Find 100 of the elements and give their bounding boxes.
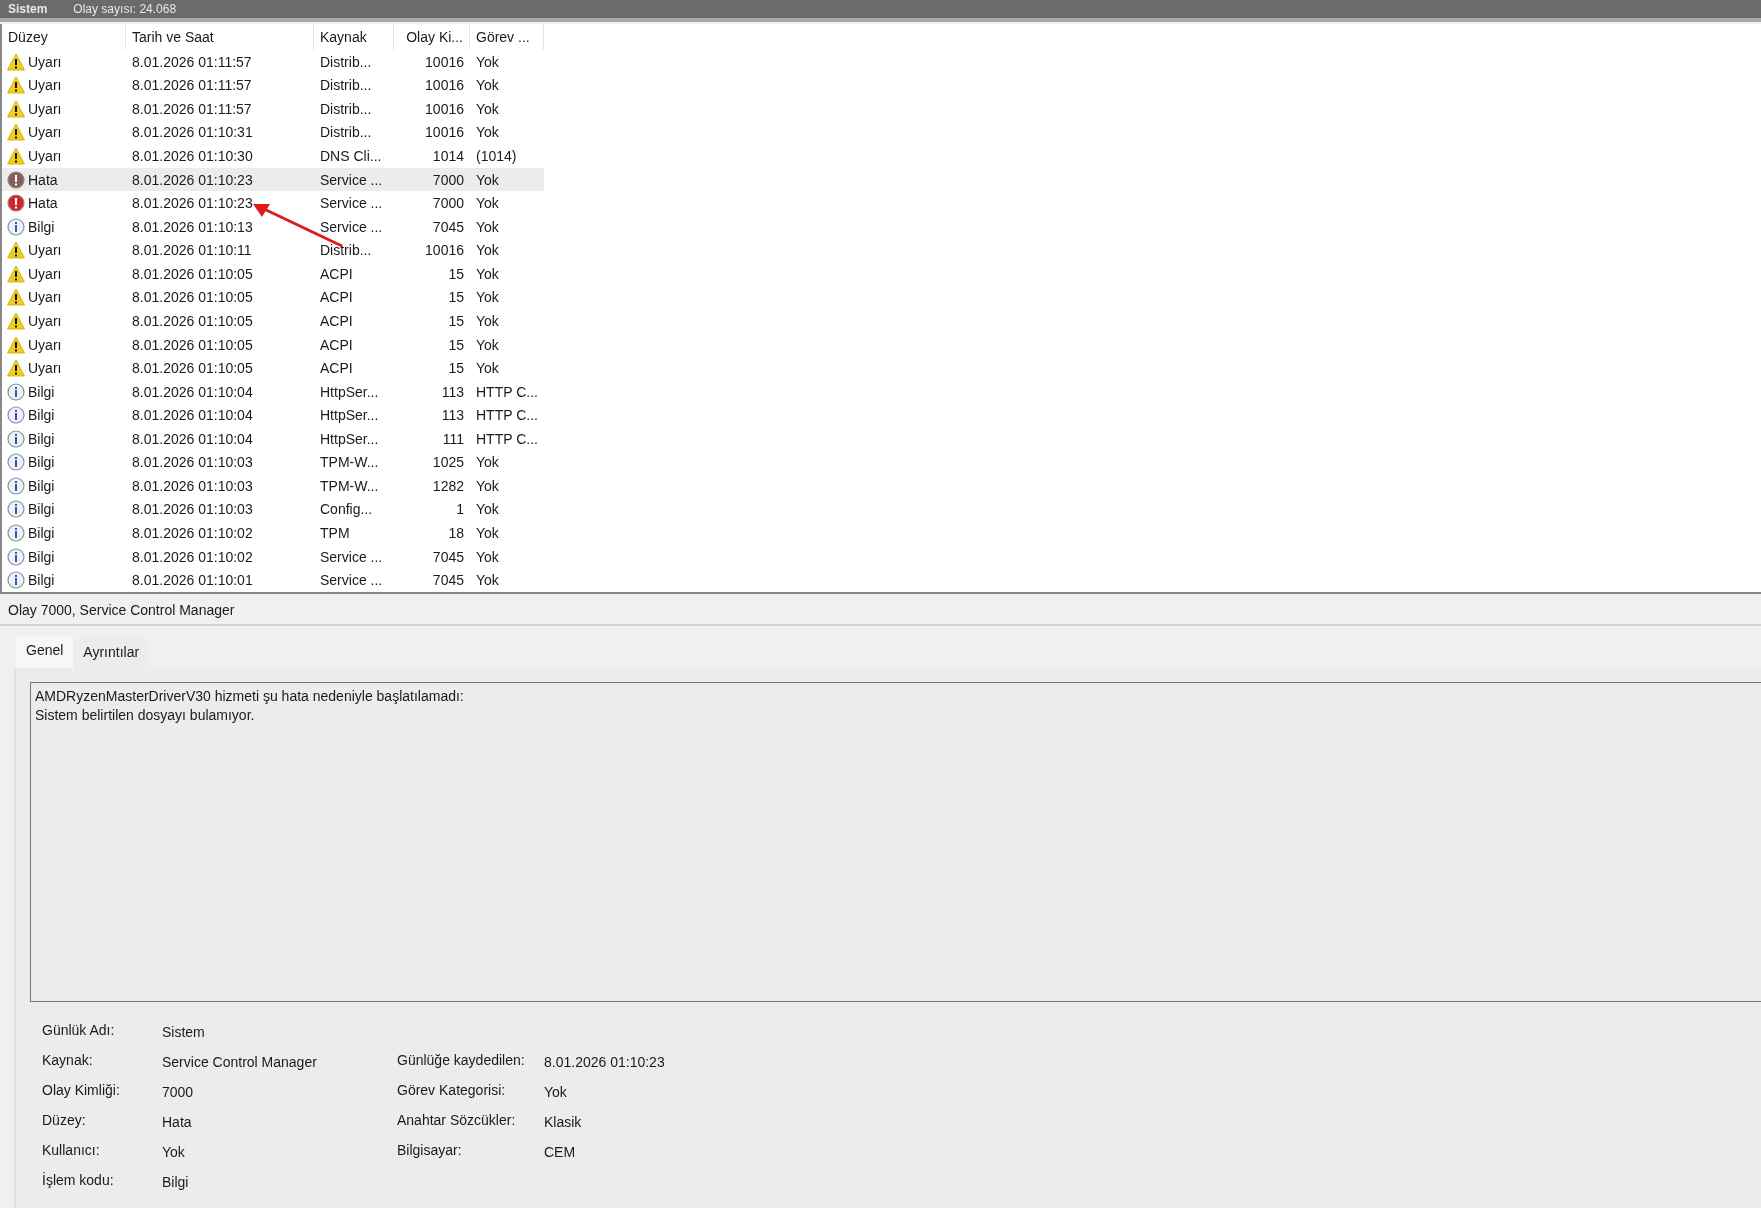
task-cell-text: Yok (475, 501, 500, 518)
date-cell-text: 8.01.2026 01:11:57 (131, 77, 253, 94)
event-id-cell-text: 10016 (424, 124, 465, 141)
task-cell-text: Yok (475, 572, 500, 589)
error-icon (7, 170, 25, 189)
source-cell-text: TPM-W... (319, 454, 380, 471)
event-row[interactable]: Uyarı 8.01.2026 01:10:05 ACPI 15 Yok (2, 332, 544, 357)
level-cell: Bilgi (28, 501, 55, 518)
tab[interactable]: Ayrıntılar (73, 638, 150, 668)
event-row[interactable]: Bilgi 8.01.2026 01:10:13 Service ... 7045 Yok (2, 214, 544, 239)
column-header[interactable]: Düzey (2, 24, 126, 50)
event-id-cell-text: 10016 (424, 53, 465, 70)
date-cell-text: 8.01.2026 01:11:57 (131, 53, 253, 70)
event-row[interactable]: Uyarı 8.01.2026 01:10:31 Distrib... 10016 Yok (2, 120, 544, 145)
source-cell-text: Service ... (319, 548, 384, 565)
event-row[interactable]: Bilgi 8.01.2026 01:10:04 HttpSer... 111 HTTP C... (2, 427, 544, 451)
level-cell: Hata (28, 171, 58, 188)
event-row[interactable]: Uyarı 8.01.2026 01:11:57 Distrib... 10016 Yok (2, 73, 544, 98)
level-cell: Uyarı (28, 148, 62, 165)
event-row[interactable]: Uyarı 8.01.2026 01:10:30 DNS Cli... 1014 (1014) (2, 144, 544, 168)
date-cell-text: 8.01.2026 01:10:11 (131, 242, 253, 259)
event-row[interactable]: Bilgi 8.01.2026 01:10:03 Config... 1 Yok (2, 497, 544, 522)
property-value: Yok (162, 1143, 186, 1162)
date-cell-text: 8.01.2026 01:10:13 (131, 218, 254, 235)
event-id-cell-text: 1282 (431, 477, 465, 494)
source-cell-text: Service ... (319, 171, 384, 188)
event-row[interactable]: Uyarı 8.01.2026 01:10:05 ACPI 15 Yok (2, 309, 544, 333)
task-cell-text: Yok (475, 124, 500, 141)
date-cell-text: 8.01.2026 01:10:01 (131, 572, 254, 589)
task-cell-text: Yok (475, 265, 500, 282)
level-cell: Bilgi (28, 548, 55, 565)
date-cell-text: 8.01.2026 01:10:04 (131, 407, 254, 424)
warning-icon (7, 241, 25, 260)
warning-icon (7, 123, 25, 142)
column-header[interactable]: Görev ... (470, 24, 544, 50)
source-cell-text: Service ... (319, 195, 384, 212)
level-cell: Bilgi (28, 383, 55, 400)
tab[interactable]: Genel (16, 636, 74, 668)
task-cell-text: Yok (475, 312, 500, 329)
info-icon (7, 429, 25, 448)
event-row[interactable]: Hata 8.01.2026 01:10:23 Service ... 7000 Yok (2, 167, 544, 192)
task-cell-text: HTTP C... (475, 383, 539, 400)
task-cell-text: Yok (475, 525, 500, 542)
date-cell-text: 8.01.2026 01:10:02 (131, 548, 254, 565)
date-cell-text: 8.01.2026 01:10:05 (131, 360, 254, 377)
task-cell-text: (1014) (475, 148, 518, 165)
event-id-cell-text: 113 (440, 383, 465, 400)
level-cell: Hata (28, 195, 58, 212)
event-row[interactable]: Uyarı 8.01.2026 01:10:05 ACPI 15 Yok (2, 356, 544, 380)
event-id-cell-text: 10016 (424, 100, 465, 117)
event-row[interactable]: Uyarı 8.01.2026 01:10:05 ACPI 15 Yok (2, 285, 544, 310)
column-header[interactable]: Tarih ve Saat (126, 24, 314, 50)
source-cell-text: HttpSer... (319, 430, 380, 447)
event-id-cell-text: 10016 (424, 77, 465, 94)
event-row[interactable]: Uyarı 8.01.2026 01:10:05 ACPI 15 Yok (2, 262, 544, 286)
warning-icon (7, 147, 25, 166)
date-cell-text: 8.01.2026 01:10:05 (131, 336, 254, 353)
event-row[interactable]: Uyarı 8.01.2026 01:11:57 Distrib... 10016 Yok (2, 97, 544, 121)
event-row[interactable]: Bilgi 8.01.2026 01:10:02 TPM 18 Yok (2, 521, 544, 545)
event-id-cell-text: 15 (447, 336, 465, 353)
column-header[interactable]: Kaynak (314, 24, 394, 50)
event-id-cell-text: 1014 (431, 148, 465, 165)
source-cell-text: HttpSer... (319, 407, 380, 424)
level-cell: Bilgi (28, 407, 55, 424)
date-cell-text: 8.01.2026 01:10:23 (131, 171, 254, 188)
source-cell-text: DNS Cli... (319, 148, 383, 165)
source-cell-text: ACPI (319, 360, 354, 377)
property-label: Günlüğe kaydedilen: (397, 1052, 526, 1070)
task-cell-text: Yok (475, 171, 500, 188)
source-cell-text: ACPI (319, 265, 354, 282)
property-label: Bilgisayar: (397, 1142, 463, 1160)
warning-icon (7, 99, 25, 118)
info-icon (7, 500, 25, 519)
event-id-cell-text: 1 (455, 501, 465, 518)
warning-icon (7, 359, 25, 378)
info-icon (7, 476, 25, 495)
date-cell-text: 8.01.2026 01:10:23 (131, 195, 254, 212)
event-row[interactable]: Bilgi 8.01.2026 01:10:03 TPM-W... 1025 Yok (2, 450, 544, 475)
level-cell: Bilgi (28, 218, 55, 235)
event-row[interactable]: Uyarı 8.01.2026 01:10:11 Distrib... 10016 Yok (2, 238, 544, 263)
event-row[interactable]: Bilgi 8.01.2026 01:10:02 Service ... 7045 Yok (2, 544, 544, 569)
column-header[interactable]: Olay Ki... (394, 24, 470, 50)
event-row[interactable]: Hata 8.01.2026 01:10:23 Service ... 7000 Yok (2, 191, 544, 215)
task-cell-text: HTTP C... (475, 430, 539, 447)
date-cell-text: 8.01.2026 01:10:05 (131, 265, 254, 282)
event-row[interactable]: Bilgi 8.01.2026 01:10:04 HttpSer... 113 HTTP C... (2, 379, 544, 404)
date-cell-text: 8.01.2026 01:10:03 (131, 454, 254, 471)
source-cell-text: Distrib... (319, 53, 373, 70)
event-row[interactable]: Bilgi 8.01.2026 01:10:03 TPM-W... 1282 Yok (2, 474, 544, 498)
source-cell-text: TPM-W... (319, 477, 380, 494)
task-cell-text: Yok (475, 218, 500, 235)
level-cell: Uyarı (28, 242, 62, 259)
event-row[interactable]: Uyarı 8.01.2026 01:11:57 Distrib... 10016 Yok (2, 50, 544, 74)
event-row[interactable]: Bilgi 8.01.2026 01:10:04 HttpSer... 113 HTTP C... (2, 403, 544, 427)
date-cell-text: 8.01.2026 01:11:57 (131, 100, 253, 117)
event-row[interactable]: Bilgi 8.01.2026 01:10:01 Service ... 7045 Yok (2, 568, 544, 592)
property-label: Olay Kimliği: (42, 1082, 121, 1100)
date-cell-text: 8.01.2026 01:10:04 (131, 430, 254, 447)
date-cell-text: 8.01.2026 01:10:04 (131, 383, 254, 400)
level-cell: Uyarı (28, 265, 62, 282)
